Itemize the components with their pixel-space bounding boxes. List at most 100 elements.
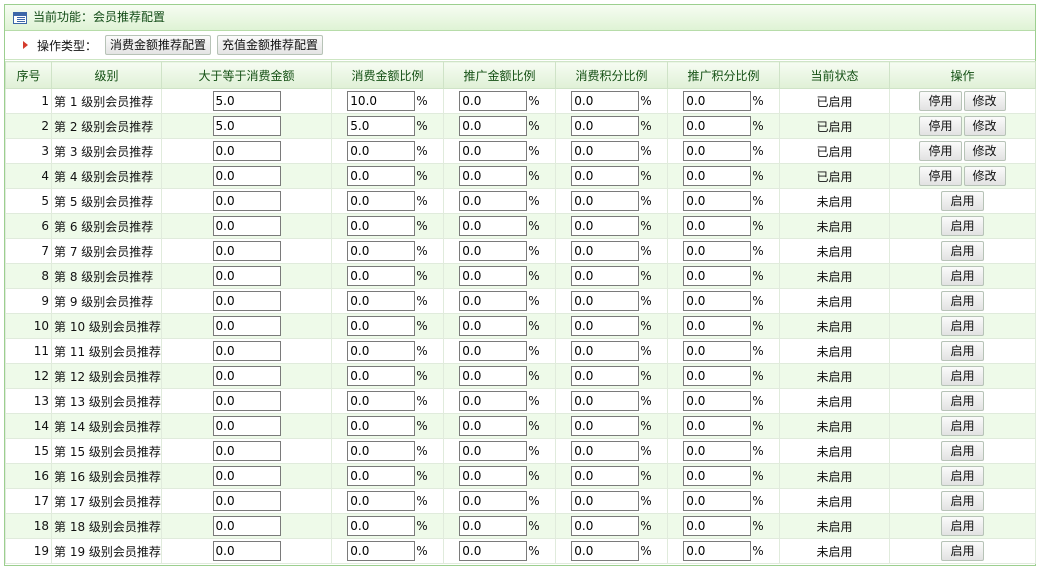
consume-ratio-input[interactable] [347,366,416,386]
consume-ratio-input[interactable] [347,316,416,336]
threshold-input[interactable] [212,266,281,286]
edit-button[interactable]: 修改 [963,141,1006,161]
enable-button[interactable]: 启用 [941,466,984,486]
enable-button[interactable]: 启用 [941,266,984,286]
promo-ratio-input[interactable] [459,241,528,261]
consume-points-input[interactable] [571,466,640,486]
consume-ratio-input[interactable] [347,516,416,536]
promo-points-input[interactable] [683,391,752,411]
enable-button[interactable]: 启用 [941,216,984,236]
promo-ratio-input[interactable] [459,116,528,136]
threshold-input[interactable] [212,541,281,561]
threshold-input[interactable] [212,91,281,111]
consume-points-input[interactable] [571,166,640,186]
consume-ratio-input[interactable] [347,141,416,161]
consume-points-input[interactable] [571,316,640,336]
consume-points-input[interactable] [571,191,640,211]
promo-ratio-input[interactable] [459,216,528,236]
consume-points-input[interactable] [571,141,640,161]
promo-points-input[interactable] [683,441,752,461]
promo-points-input[interactable] [683,291,752,311]
promo-points-input[interactable] [683,241,752,261]
threshold-input[interactable] [212,416,281,436]
disable-button[interactable]: 停用 [919,116,962,136]
threshold-input[interactable] [212,116,281,136]
consume-ratio-input[interactable] [347,191,416,211]
promo-points-input[interactable] [683,541,752,561]
promo-points-input[interactable] [683,141,752,161]
promo-ratio-input[interactable] [459,341,528,361]
consume-ratio-input[interactable] [347,166,416,186]
enable-button[interactable]: 启用 [941,441,984,461]
recharge-amount-config-button[interactable]: 充值金额推荐配置 [217,35,324,55]
threshold-input[interactable] [212,516,281,536]
consume-ratio-input[interactable] [347,241,416,261]
promo-points-input[interactable] [683,216,752,236]
promo-points-input[interactable] [683,266,752,286]
promo-points-input[interactable] [683,491,752,511]
promo-ratio-input[interactable] [459,416,528,436]
threshold-input[interactable] [212,341,281,361]
promo-points-input[interactable] [683,191,752,211]
promo-points-input[interactable] [683,366,752,386]
threshold-input[interactable] [212,466,281,486]
enable-button[interactable]: 启用 [941,366,984,386]
threshold-input[interactable] [212,441,281,461]
promo-points-input[interactable] [683,416,752,436]
consume-ratio-input[interactable] [347,91,416,111]
promo-ratio-input[interactable] [459,291,528,311]
threshold-input[interactable] [212,316,281,336]
promo-ratio-input[interactable] [459,141,528,161]
enable-button[interactable]: 启用 [941,316,984,336]
promo-ratio-input[interactable] [459,441,528,461]
promo-points-input[interactable] [683,316,752,336]
consume-points-input[interactable] [571,541,640,561]
enable-button[interactable]: 启用 [941,391,984,411]
edit-button[interactable]: 修改 [963,116,1006,136]
consume-ratio-input[interactable] [347,291,416,311]
threshold-input[interactable] [212,191,281,211]
promo-ratio-input[interactable] [459,166,528,186]
consume-ratio-input[interactable] [347,491,416,511]
consume-ratio-input[interactable] [347,216,416,236]
promo-ratio-input[interactable] [459,491,528,511]
promo-ratio-input[interactable] [459,391,528,411]
threshold-input[interactable] [212,391,281,411]
enable-button[interactable]: 启用 [941,416,984,436]
enable-button[interactable]: 启用 [941,241,984,261]
threshold-input[interactable] [212,141,281,161]
consume-points-input[interactable] [571,491,640,511]
threshold-input[interactable] [212,166,281,186]
threshold-input[interactable] [212,241,281,261]
disable-button[interactable]: 停用 [919,91,962,111]
promo-ratio-input[interactable] [459,316,528,336]
enable-button[interactable]: 启用 [941,191,984,211]
threshold-input[interactable] [212,491,281,511]
consume-points-input[interactable] [571,241,640,261]
disable-button[interactable]: 停用 [919,141,962,161]
threshold-input[interactable] [212,366,281,386]
consume-points-input[interactable] [571,391,640,411]
promo-points-input[interactable] [683,91,752,111]
promo-ratio-input[interactable] [459,91,528,111]
consume-ratio-input[interactable] [347,391,416,411]
consume-points-input[interactable] [571,91,640,111]
consume-points-input[interactable] [571,341,640,361]
consume-points-input[interactable] [571,366,640,386]
promo-ratio-input[interactable] [459,541,528,561]
enable-button[interactable]: 启用 [941,541,984,561]
promo-points-input[interactable] [683,516,752,536]
consume-points-input[interactable] [571,116,640,136]
threshold-input[interactable] [212,216,281,236]
enable-button[interactable]: 启用 [941,341,984,361]
consume-ratio-input[interactable] [347,416,416,436]
consume-points-input[interactable] [571,416,640,436]
consume-ratio-input[interactable] [347,266,416,286]
consume-ratio-input[interactable] [347,116,416,136]
promo-points-input[interactable] [683,166,752,186]
promo-ratio-input[interactable] [459,266,528,286]
promo-points-input[interactable] [683,116,752,136]
promo-points-input[interactable] [683,341,752,361]
consume-points-input[interactable] [571,216,640,236]
enable-button[interactable]: 启用 [941,516,984,536]
